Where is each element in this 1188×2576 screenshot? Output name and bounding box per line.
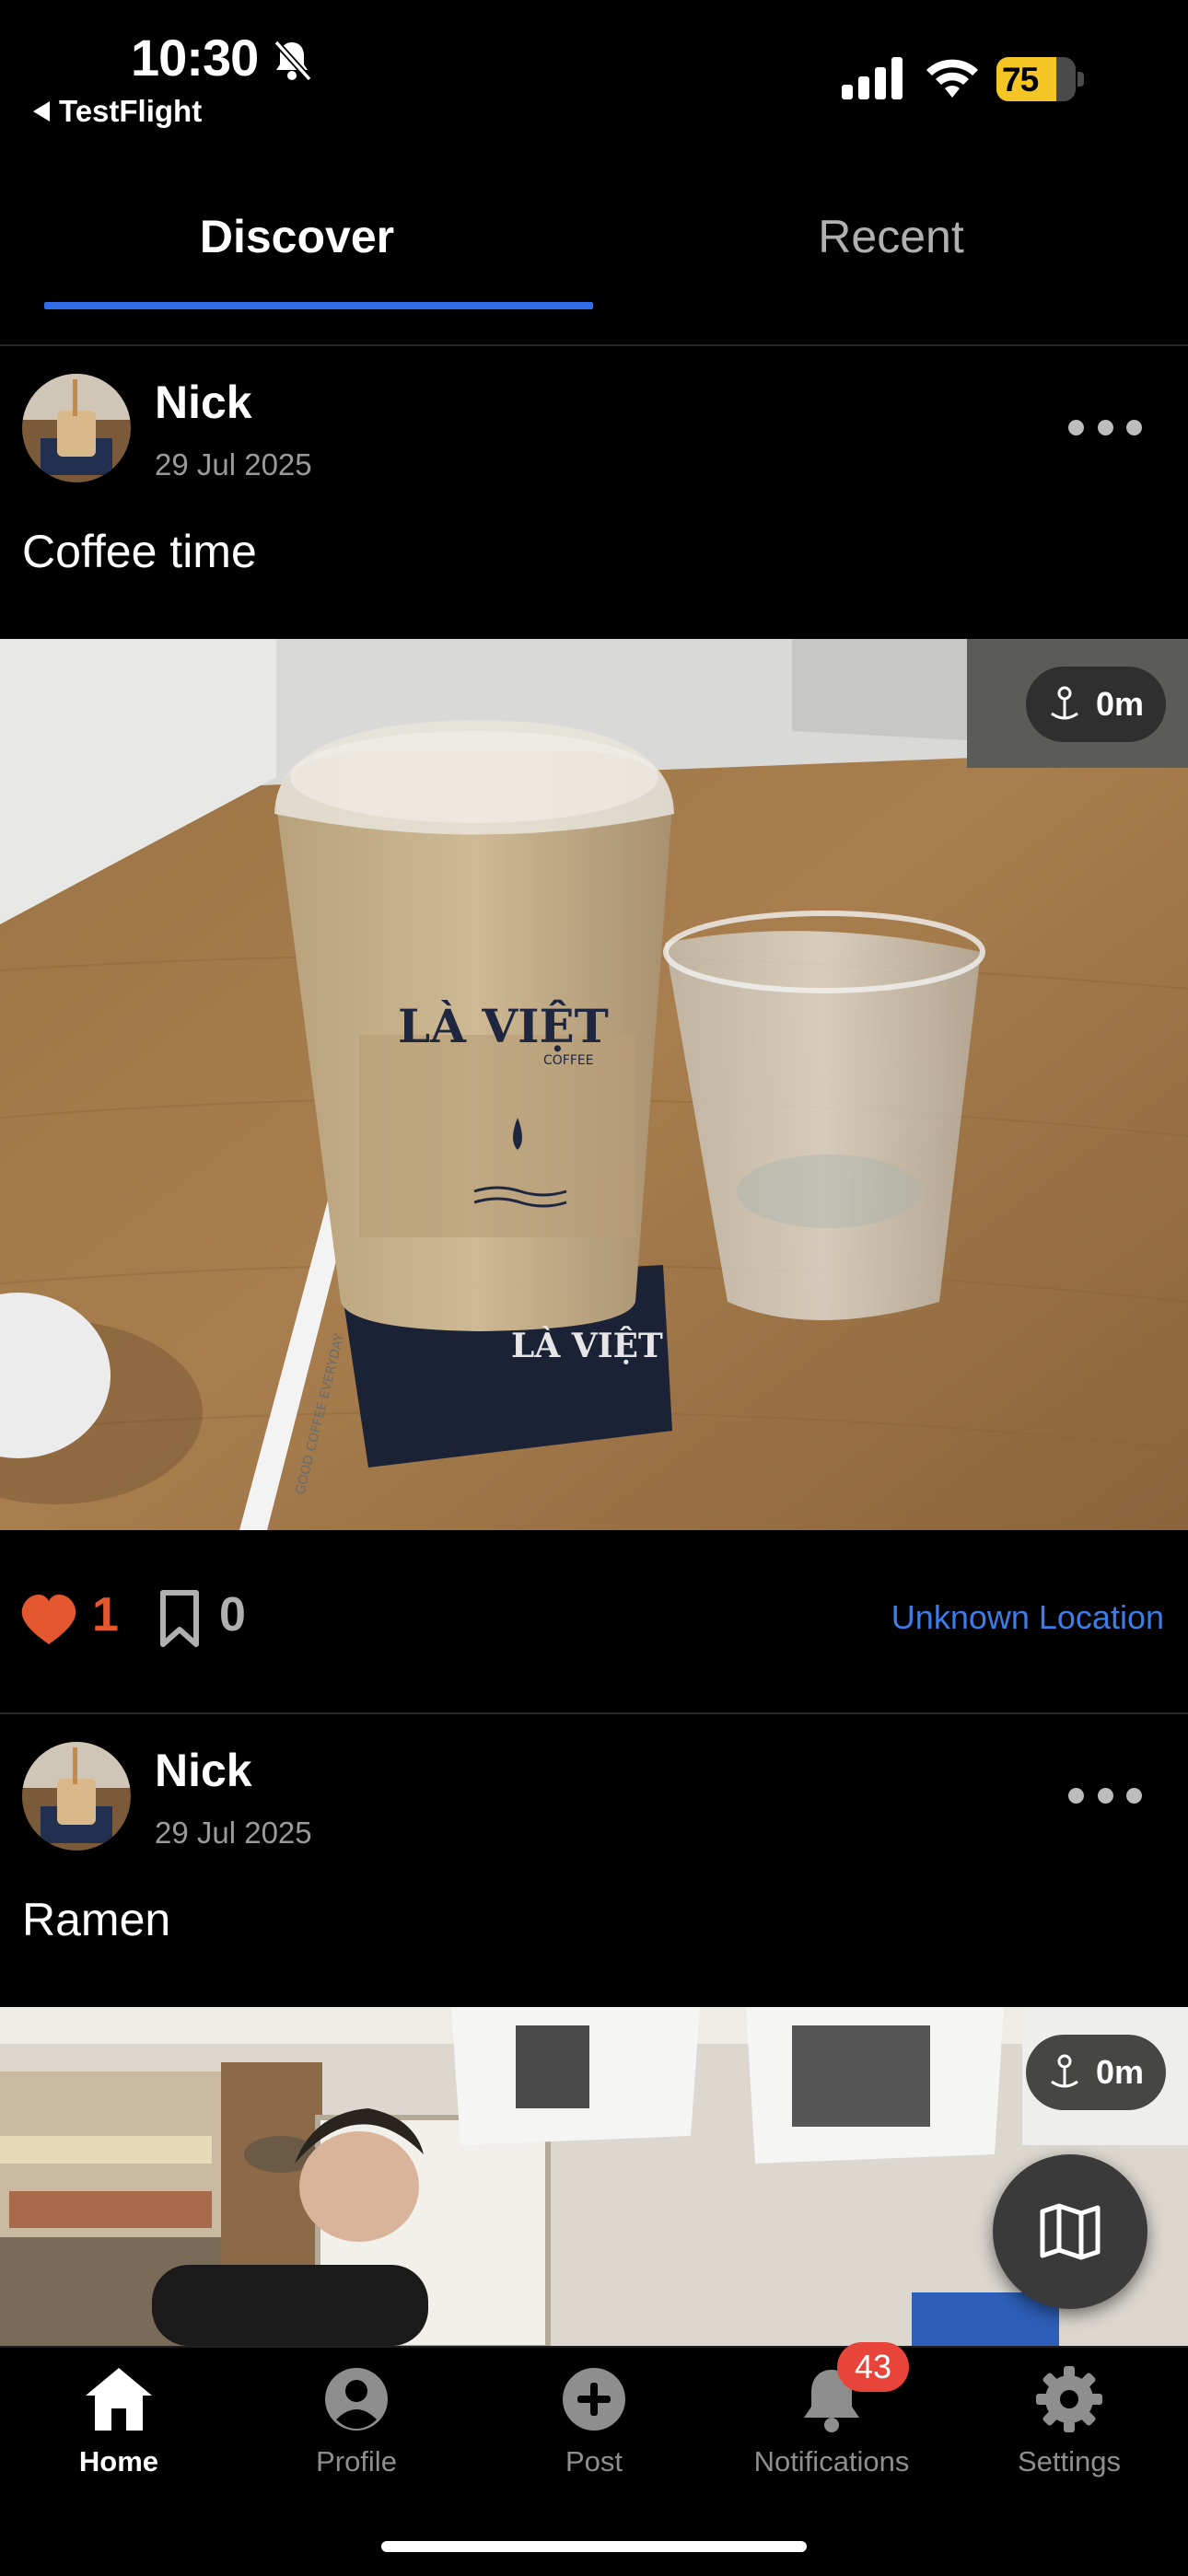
nav-settings-label: Settings	[1017, 2445, 1121, 2477]
nav-notifications-label: Notifications	[753, 2445, 910, 2477]
avatar[interactable]	[22, 374, 131, 482]
distance-badge: 0m	[1026, 2035, 1166, 2110]
distance-text: 0m	[1095, 2053, 1145, 2091]
gear-icon	[1036, 2366, 1102, 2432]
notification-badge: 43	[837, 2342, 909, 2392]
post-date: 29 Jul 2025	[155, 1816, 312, 1850]
nav-profile[interactable]: Profile	[238, 2362, 475, 2478]
nav-post[interactable]: Post	[475, 2362, 713, 2478]
avatar[interactable]	[22, 1742, 131, 1851]
nav-home-label: Home	[78, 2445, 159, 2477]
nav-profile-label: Profile	[316, 2445, 397, 2477]
active-tab-indicator	[44, 302, 593, 309]
post-caption: Ramen	[22, 1894, 171, 1945]
back-to-testflight[interactable]: TestFlight	[33, 94, 202, 129]
post-author[interactable]: Nick	[155, 1744, 252, 1797]
cup-brand-text: LÀ VIỆT	[398, 999, 609, 1053]
cellular-signal-icon	[842, 57, 903, 99]
nav-post-label: Post	[565, 2445, 623, 2477]
pin-icon	[1051, 686, 1078, 720]
person-icon	[325, 2368, 388, 2431]
save-count: 0	[219, 1588, 246, 1642]
map-button[interactable]	[993, 2154, 1147, 2309]
map-icon	[1040, 2203, 1101, 2260]
battery-indicator: 75	[996, 57, 1085, 101]
status-time: 10:30	[131, 29, 259, 87]
post-caption: Coffee time	[22, 526, 257, 577]
tab-recent[interactable]: Recent	[594, 210, 1188, 263]
coaster-brand-text: LÀ VIỆT	[511, 1326, 663, 1365]
post-actions: 1 0 Unknown Location	[0, 1571, 1188, 1663]
battery-level: 75	[1002, 61, 1039, 99]
post-author[interactable]: Nick	[155, 376, 252, 429]
nav-notifications[interactable]: 43 Notifications	[713, 2342, 950, 2478]
home-icon	[86, 2368, 152, 2431]
cup-sub-text: COFFEE	[543, 1053, 594, 1068]
post-photo[interactable]: LÀ VIỆT COFFEE LÀ VIỆT GOOD COFFEE EVERY…	[0, 639, 1188, 1530]
location-link[interactable]: Unknown Location	[891, 1598, 1164, 1637]
bell-slash-icon	[274, 40, 312, 82]
post-card: Nick 29 Jul 2025 Coffee time LÀ VIỆT COF…	[0, 346, 1188, 1712]
post-photo[interactable]: 0m	[0, 2007, 1188, 2346]
home-indicator	[381, 2541, 807, 2552]
distance-badge: 0m	[1026, 667, 1166, 742]
bookmark-icon[interactable]	[158, 1589, 201, 1648]
plus-circle-icon	[563, 2368, 625, 2431]
more-options-button[interactable]	[1068, 1788, 1142, 1806]
pin-icon	[1051, 2054, 1078, 2088]
post-date: 29 Jul 2025	[155, 447, 312, 482]
wifi-icon	[926, 59, 978, 98]
feed-tabs: Discover Recent	[0, 184, 1188, 346]
heart-icon[interactable]	[20, 1595, 77, 1646]
back-app-label: TestFlight	[59, 94, 203, 128]
more-options-button[interactable]	[1068, 420, 1142, 438]
nav-home[interactable]: Home	[0, 2362, 238, 2478]
like-count: 1	[92, 1588, 119, 1642]
tab-discover[interactable]: Discover	[0, 210, 594, 263]
back-arrow-icon	[33, 101, 50, 122]
nav-settings[interactable]: Settings	[950, 2362, 1188, 2478]
status-bar: 10:30 TestFlight 75	[0, 0, 1188, 147]
distance-text: 0m	[1095, 685, 1145, 723]
